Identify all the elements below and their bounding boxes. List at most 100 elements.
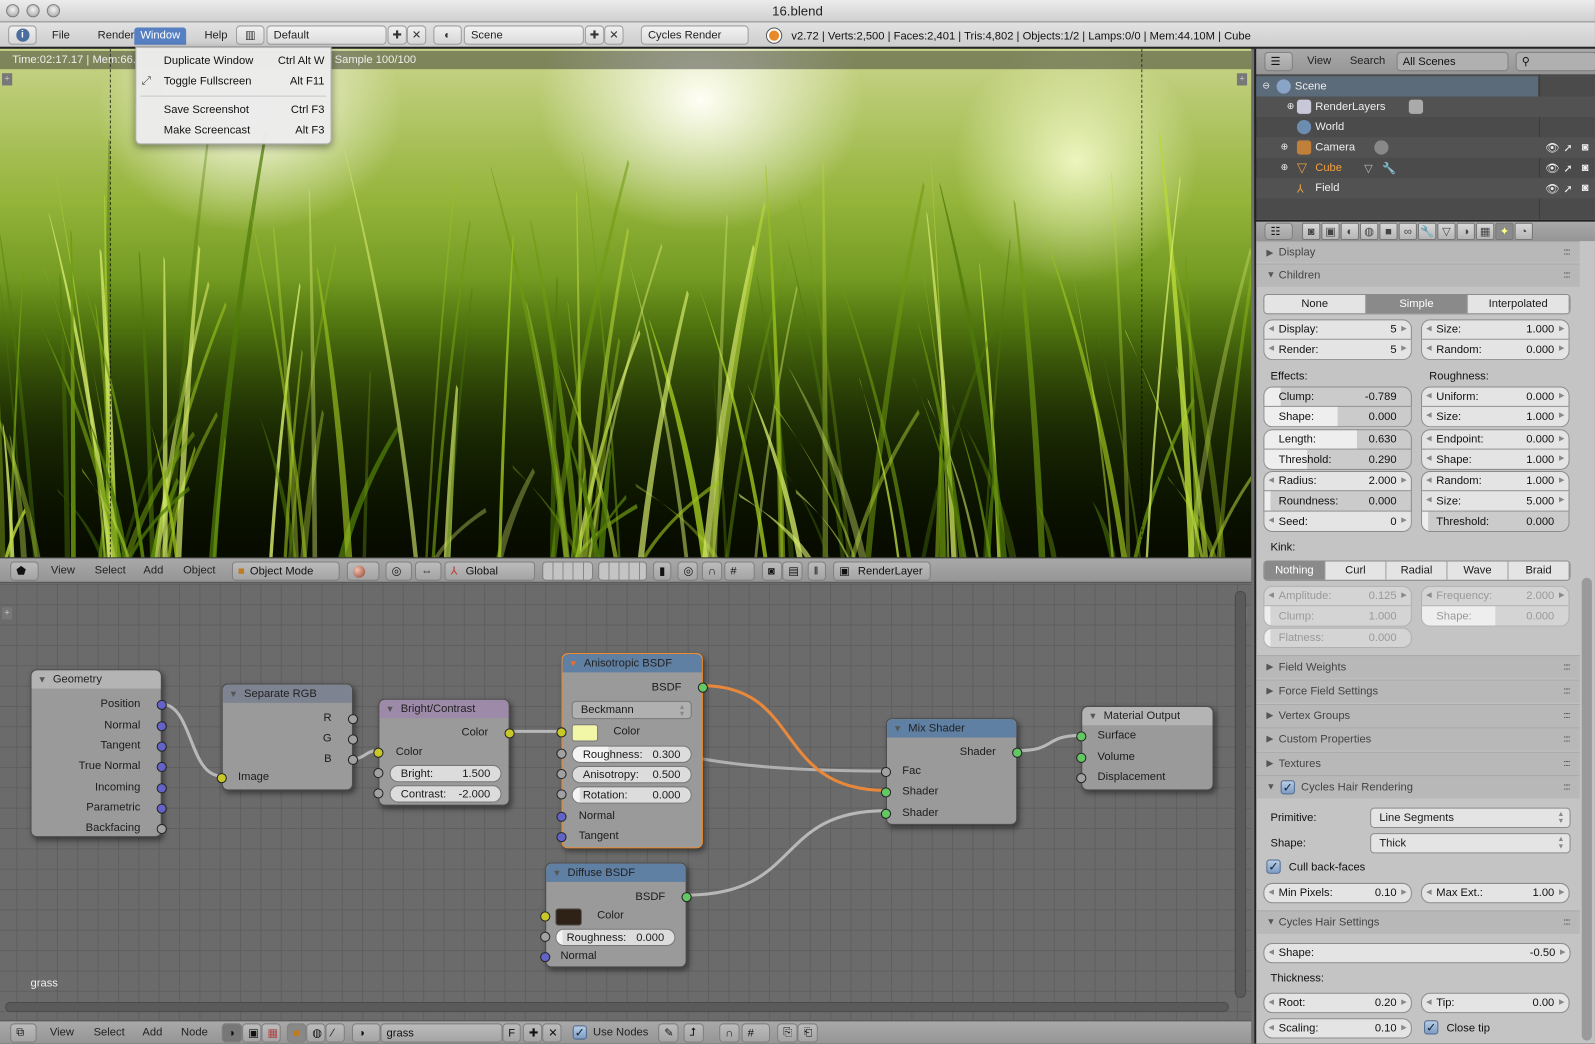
- unlink-material-button[interactable]: ✕: [542, 1023, 562, 1043]
- socket-tangent[interactable]: [556, 832, 567, 843]
- increment-arrow-icon[interactable]: ▶: [1401, 998, 1406, 1006]
- fake-user-button[interactable]: F: [502, 1023, 521, 1043]
- flatness-slider[interactable]: Flatness: 0.000: [1263, 627, 1412, 648]
- roughness-slider[interactable]: Roughness: 0.300: [571, 745, 692, 763]
- lock-camera-layers-button[interactable]: ▮: [653, 561, 672, 581]
- menu-search[interactable]: Search: [1350, 55, 1385, 67]
- socket-anisotropy[interactable]: [556, 769, 567, 780]
- drag-grip-icon[interactable]: ::::: [1563, 661, 1570, 671]
- increment-arrow-icon[interactable]: ▶: [1401, 1023, 1406, 1031]
- size-field[interactable]: ◀ ▶ Size: 1.000: [1421, 319, 1570, 340]
- seed-field[interactable]: ◀ ▶ Seed: 0: [1263, 511, 1412, 532]
- node-diffuse-bsdf[interactable]: ▼ Diffuse BSDF BSDF Color Roughness: 0.000…: [540, 862, 692, 968]
- socket-rotation[interactable]: [556, 789, 567, 800]
- socket-normal[interactable]: [540, 952, 551, 963]
- node-header[interactable]: ▼ Diffuse BSDF: [546, 863, 686, 882]
- menu-window[interactable]: Window: [134, 27, 187, 45]
- min-pixels-field[interactable]: ◀ ▶ Min Pixels: 0.10: [1263, 882, 1412, 904]
- material-tab-icon[interactable]: ◑: [1456, 222, 1475, 241]
- panel-children[interactable]: ▼ Children::::: [1256, 263, 1580, 287]
- decrement-arrow-icon[interactable]: ◀: [1426, 454, 1431, 462]
- decrement-arrow-icon[interactable]: ◀: [1426, 411, 1431, 419]
- socket-color-out[interactable]: [504, 728, 515, 739]
- material-name-field[interactable]: grass: [380, 1023, 503, 1043]
- increment-arrow-icon[interactable]: ▶: [1559, 324, 1564, 333]
- socket-tangent[interactable]: [156, 741, 167, 752]
- increment-arrow-icon[interactable]: ▶: [1401, 516, 1406, 524]
- decrement-arrow-icon[interactable]: ◀: [1268, 998, 1273, 1006]
- menu-render[interactable]: Render: [92, 27, 141, 44]
- decrement-arrow-icon[interactable]: ◀: [1268, 888, 1273, 896]
- rotation-slider[interactable]: Rotation: 0.000: [571, 786, 692, 804]
- socket-bright[interactable]: [373, 767, 384, 779]
- properties-toggle-icon[interactable]: +: [1236, 73, 1248, 86]
- roundness-slider[interactable]: Roundness: 0.000: [1263, 491, 1412, 512]
- bright-field[interactable]: Bright: 1.500: [389, 764, 502, 783]
- socket-g[interactable]: [347, 734, 359, 745]
- increment-arrow-icon[interactable]: ▶: [1559, 411, 1564, 419]
- panel-custom-properties[interactable]: ▶ Custom Properties::::: [1256, 727, 1580, 751]
- increment-arrow-icon[interactable]: ▶: [1559, 591, 1564, 599]
- color-swatch[interactable]: [555, 908, 582, 926]
- decrement-arrow-icon[interactable]: ◀: [1268, 516, 1273, 524]
- menu-node[interactable]: Node: [181, 1026, 208, 1038]
- panel-field-weights[interactable]: ▶ Field Weights::::: [1256, 655, 1580, 679]
- editor-type-button[interactable]: ☰: [1264, 51, 1293, 72]
- layout-field[interactable]: Default: [266, 25, 387, 45]
- outliner-item-scene[interactable]: ⊖ Scene: [1256, 76, 1539, 97]
- snap-element-dropdown[interactable]: #: [724, 561, 755, 581]
- menu-select[interactable]: Select: [94, 1026, 125, 1038]
- primitive-dropdown[interactable]: Line Segments ▲ ▼: [1370, 807, 1571, 829]
- collapse-triangle-icon[interactable]: ▼: [229, 689, 238, 699]
- pin-button[interactable]: ✎: [658, 1023, 679, 1043]
- increment-arrow-icon[interactable]: ▶: [1559, 434, 1564, 442]
- anisotropy-field[interactable]: Anisotropy: 0.500: [571, 765, 692, 784]
- layers-group-1[interactable]: [542, 561, 594, 581]
- panel-display[interactable]: ▶ Display::::: [1256, 241, 1580, 263]
- increment-arrow-icon[interactable]: ▶: [1559, 476, 1564, 484]
- roughness-slider[interactable]: Roughness: 0.000: [555, 928, 676, 946]
- socket-contrast[interactable]: [373, 788, 384, 799]
- clump-slider[interactable]: Clump: -0.789: [1263, 386, 1412, 407]
- shape-dropdown[interactable]: Thick ▲ ▼: [1370, 833, 1571, 854]
- render-layers-tab-icon[interactable]: ▣: [1321, 222, 1340, 241]
- modifiers-tab-icon[interactable]: 🔧: [1417, 222, 1437, 241]
- info-editor-type-button[interactable]: i: [8, 25, 37, 45]
- increment-arrow-icon[interactable]: ▶: [1401, 324, 1406, 333]
- decrement-arrow-icon[interactable]: ◀: [1426, 324, 1431, 333]
- outliner-item-world[interactable]: World: [1256, 117, 1595, 137]
- threshold-slider[interactable]: Threshold: 0.290: [1263, 449, 1412, 470]
- menu-view[interactable]: View: [1307, 55, 1331, 67]
- node-header[interactable]: ▼ Material Output: [1082, 706, 1213, 726]
- clump-shape-slider[interactable]: Shape: 0.000: [1263, 406, 1412, 428]
- expand-icon[interactable]: ⊕: [1281, 162, 1289, 173]
- opengl-render-button[interactable]: ◙: [761, 561, 783, 581]
- drag-grip-icon[interactable]: ::::: [1563, 916, 1570, 926]
- shader-nodes-button[interactable]: ◑: [221, 1023, 243, 1043]
- render-layer-dropdown[interactable]: ▣ RenderLayer: [833, 561, 931, 581]
- increment-arrow-icon[interactable]: ▶: [1559, 888, 1564, 896]
- kink-clump-slider[interactable]: Clump: 1.000: [1263, 606, 1412, 627]
- menu-item-make-screencast[interactable]: Make Screencast Alt F3: [136, 121, 330, 139]
- amplitude-field[interactable]: ◀ ▶ Amplitude: 0.125: [1263, 585, 1412, 607]
- increment-arrow-icon[interactable]: ▶: [1401, 344, 1406, 352]
- visibility-eye-icon[interactable]: 👁: [1545, 141, 1559, 154]
- radius-field[interactable]: ◀ ▶ Radius: 2.000: [1263, 470, 1412, 492]
- kink-radial-option[interactable]: Radial: [1386, 561, 1448, 580]
- add-layout-button[interactable]: ✚: [387, 25, 407, 45]
- render-field[interactable]: ◀ ▶ Render: 5: [1263, 339, 1412, 361]
- delete-layout-button[interactable]: ✕: [406, 25, 427, 45]
- expand-icon[interactable]: ⊕: [1281, 141, 1289, 152]
- socket-displacement[interactable]: [1076, 773, 1087, 784]
- cull-back-faces-checkbox[interactable]: ✓: [1266, 859, 1281, 874]
- outliner-item-cube[interactable]: ⊕ ▽ Cube ▽ 🔧 👁 ➚ ◙: [1256, 158, 1595, 178]
- children-none-option[interactable]: None: [1264, 294, 1367, 314]
- drag-grip-icon[interactable]: ::::: [1563, 758, 1570, 768]
- particles-tab-icon[interactable]: ✦: [1495, 222, 1514, 241]
- node-header[interactable]: ▼ Anisotropic BSDF: [562, 654, 702, 673]
- search-field[interactable]: ⚲: [1515, 51, 1595, 72]
- socket-parametric[interactable]: [156, 803, 167, 814]
- node-header[interactable]: ▼ Separate RGB: [222, 684, 352, 703]
- panel-cycles-hair-rendering[interactable]: ▼ ✓ Cycles Hair Rendering::::: [1256, 775, 1580, 799]
- drag-grip-icon[interactable]: ::::: [1563, 246, 1570, 256]
